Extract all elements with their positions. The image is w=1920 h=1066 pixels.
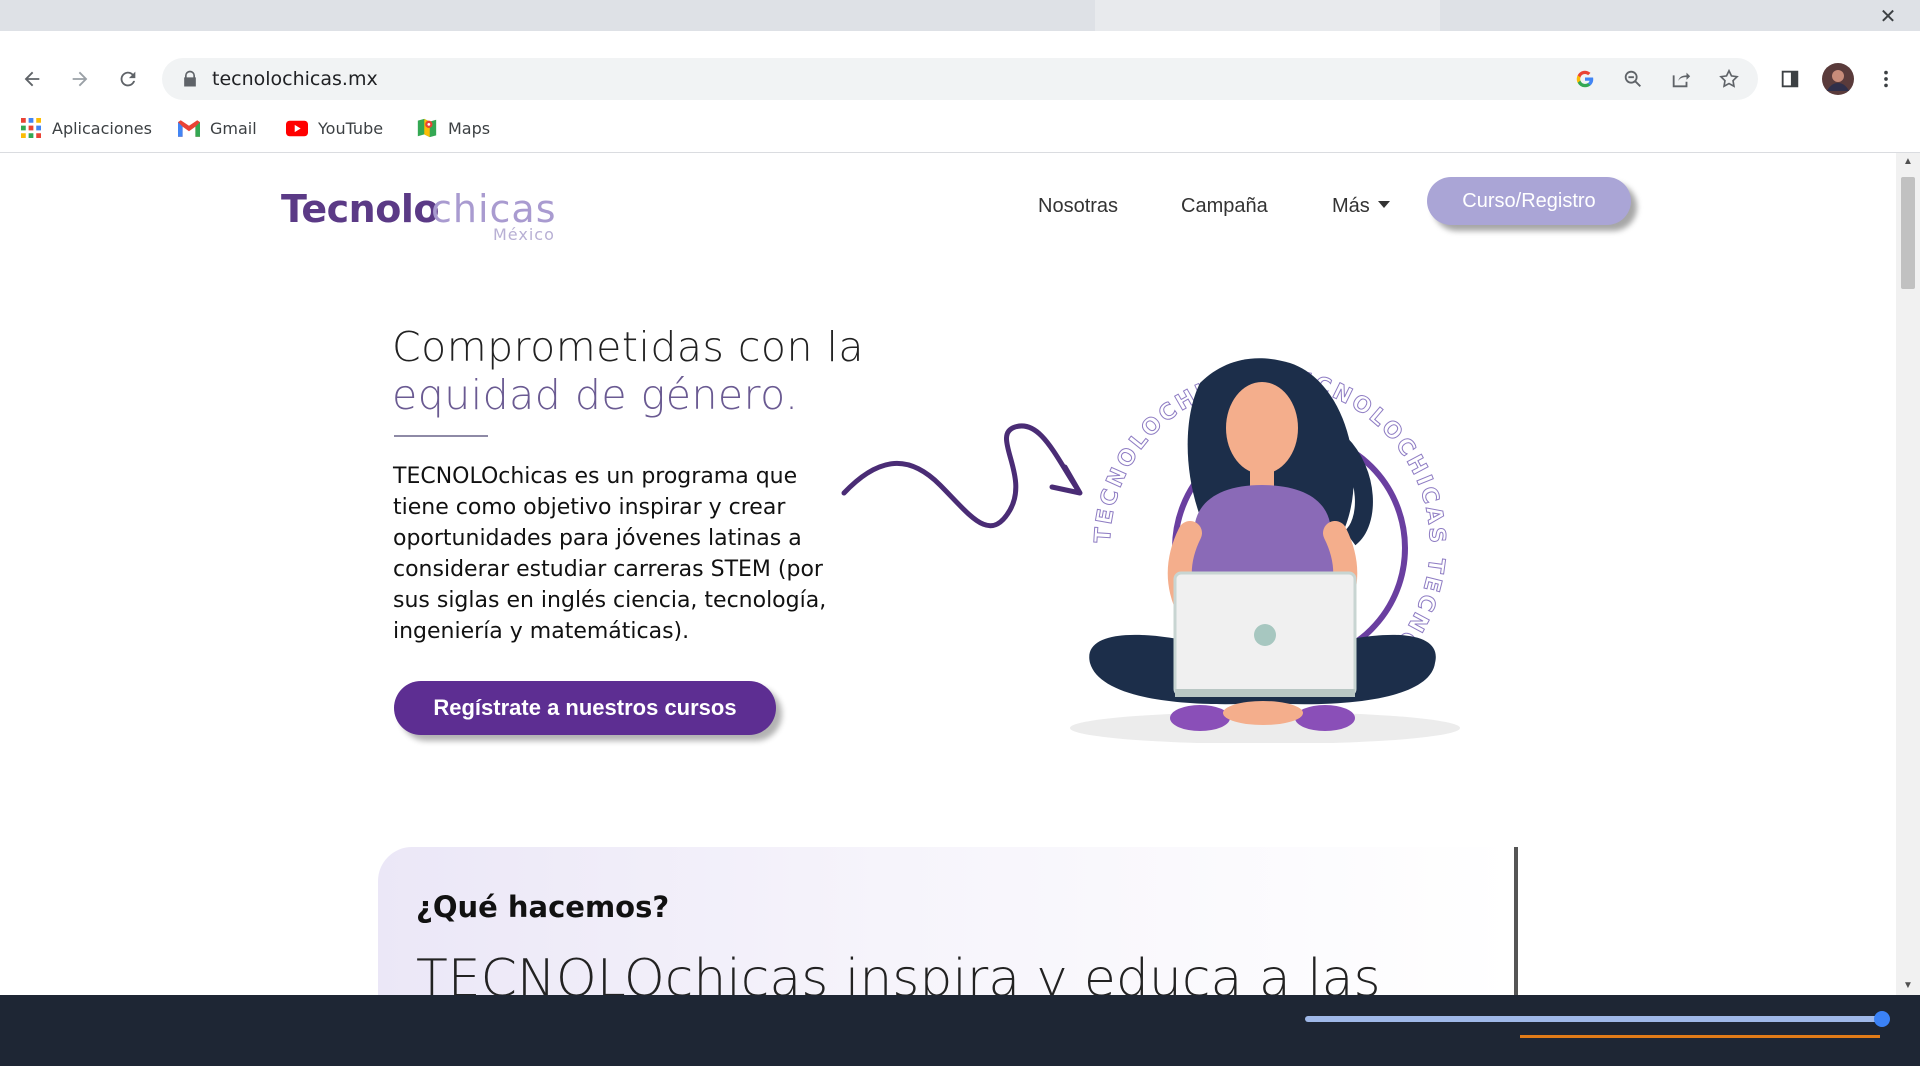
lock-icon[interactable] [180,69,200,89]
taskbar-progress-blue [1305,1016,1880,1022]
browser-toolbar: tecnolochicas.mx Aplicaciones Gmail YouT… [0,31,1920,153]
os-taskbar [0,995,1920,1066]
caret-down-icon [1377,201,1390,209]
forward-button[interactable] [62,61,98,97]
curso-registro-button[interactable]: Curso/Registro [1427,177,1631,225]
taskbar-status-dot[interactable] [1874,1011,1890,1027]
bookmark-youtube[interactable]: YouTube [286,110,383,146]
youtube-icon [286,117,308,139]
maps-icon [416,117,438,139]
nav-mas-dropdown[interactable]: Más [1332,188,1390,224]
profile-avatar[interactable] [1820,61,1856,97]
apps-grid-icon [20,117,42,139]
zoom-icon[interactable] [1620,66,1646,92]
gmail-icon [178,117,200,139]
register-courses-button[interactable]: Regístrate a nuestros cursos [394,681,776,735]
side-panel-icon[interactable] [1772,61,1808,97]
taskbar-progress-orange [1520,1035,1880,1038]
nav-nosotras[interactable]: Nosotras [1038,188,1118,224]
forward-icon [72,71,88,87]
logo-bold-text: Tecnolo [281,187,439,231]
scroll-up-arrow-icon[interactable]: ▲ [1896,153,1920,171]
page-scrollbar[interactable]: ▲ ▼ [1896,153,1920,995]
nav-campana[interactable]: Campaña [1181,188,1268,224]
google-icon[interactable] [1572,66,1598,92]
address-bar[interactable]: tecnolochicas.mx [162,58,1758,100]
bookmark-maps[interactable]: Maps [416,110,490,146]
reload-button[interactable] [110,61,146,97]
back-button[interactable] [14,61,50,97]
url-text[interactable]: tecnolochicas.mx [212,58,378,100]
bookmarks-bar: Aplicaciones Gmail YouTube Maps [0,110,1920,146]
tab-strip: ✕ [0,0,1920,31]
scroll-down-arrow-icon[interactable]: ▼ [1896,977,1920,995]
web-page: Tecnolo chicas México Nosotras Campaña M… [0,153,1896,995]
active-tab[interactable] [1095,0,1440,31]
menu-kebab-icon[interactable] [1868,61,1904,97]
bookmark-gmail[interactable]: Gmail [178,110,257,146]
section-lead-text: TECNOLOchicas inspira y educa a las [416,949,1381,995]
share-icon[interactable] [1668,66,1694,92]
logo-subtitle: México [493,225,555,244]
hero-divider [394,435,488,437]
scroll-thumb[interactable] [1901,177,1915,289]
hero-title: Comprometidas con la equidad de género. [392,323,864,419]
hero-title-line2: equidad de género. [392,371,799,419]
site-logo[interactable]: Tecnolo chicas México [281,187,571,247]
bookmark-label: Maps [448,118,491,138]
nav-mas-label: Más [1332,195,1370,217]
bookmark-label: Aplicaciones [52,118,152,138]
bookmark-apps[interactable]: Aplicaciones [20,110,152,146]
girl-with-laptop-illustration: TECNOLOCHICAS TECNOLOCHICAS TECNOLOCHICA… [1050,323,1460,743]
reload-icon [120,71,136,87]
back-icon [24,71,40,87]
section-title: ¿Qué hacemos? [416,890,670,924]
bookmark-label: YouTube [318,118,384,138]
hero-description: TECNOLOchicas es un programa que tiene c… [393,464,827,644]
hero-title-line1: Comprometidas con la [392,323,865,371]
bookmark-label: Gmail [210,118,257,138]
close-window-icon[interactable]: ✕ [1878,6,1898,26]
star-icon[interactable] [1716,66,1742,92]
